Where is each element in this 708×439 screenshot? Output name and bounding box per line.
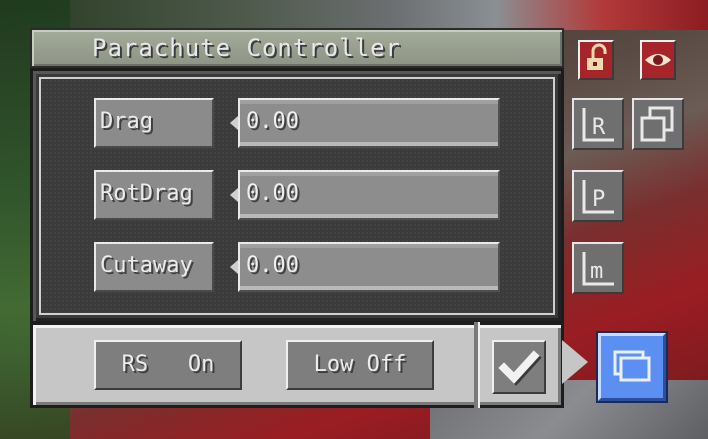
camera-position-button[interactable]: P xyxy=(572,170,624,222)
folder-button[interactable] xyxy=(598,333,666,401)
visibility-toggle-button[interactable] xyxy=(640,40,676,80)
copy-icon xyxy=(640,106,674,142)
camera-m-icon: m xyxy=(582,252,614,286)
checkmark-icon xyxy=(498,350,542,386)
rotdrag-label-button[interactable]: RotDrag xyxy=(94,170,214,220)
drag-value-field[interactable]: 0.00 xyxy=(238,98,500,148)
chevron-right-icon xyxy=(562,340,588,384)
eye-icon xyxy=(645,54,671,66)
rotdrag-value-field[interactable]: 0.00 xyxy=(238,170,500,220)
rs-toggle-button[interactable]: RS On xyxy=(94,340,242,390)
title-bar: Parachute Controller xyxy=(30,28,564,68)
cutaway-arrow-icon xyxy=(230,260,238,274)
camera-rotation-icon: R xyxy=(582,108,614,142)
low-toggle-button[interactable]: Low Off xyxy=(286,340,434,390)
lock-toggle-button[interactable] xyxy=(578,40,614,80)
camera-rotation-button[interactable]: R xyxy=(572,98,624,150)
background-sky xyxy=(0,0,708,30)
window-title: Parachute Controller xyxy=(92,34,401,62)
bottom-divider xyxy=(474,322,478,408)
confirm-button[interactable] xyxy=(492,340,546,394)
svg-text:P: P xyxy=(592,187,605,212)
svg-text:R: R xyxy=(592,115,606,140)
rotdrag-arrow-icon xyxy=(230,188,238,202)
svg-text:m: m xyxy=(590,259,603,284)
camera-m-button[interactable]: m xyxy=(572,242,624,294)
cutaway-label-button[interactable]: Cutaway xyxy=(94,242,214,292)
drag-arrow-icon xyxy=(230,116,238,130)
camera-position-icon: P xyxy=(582,180,614,214)
copy-button[interactable] xyxy=(632,98,684,150)
drag-label-button[interactable]: Drag xyxy=(94,98,214,148)
cutaway-value-field[interactable]: 0.00 xyxy=(238,242,500,292)
folder-icon xyxy=(613,350,651,382)
unlock-icon xyxy=(587,43,607,70)
